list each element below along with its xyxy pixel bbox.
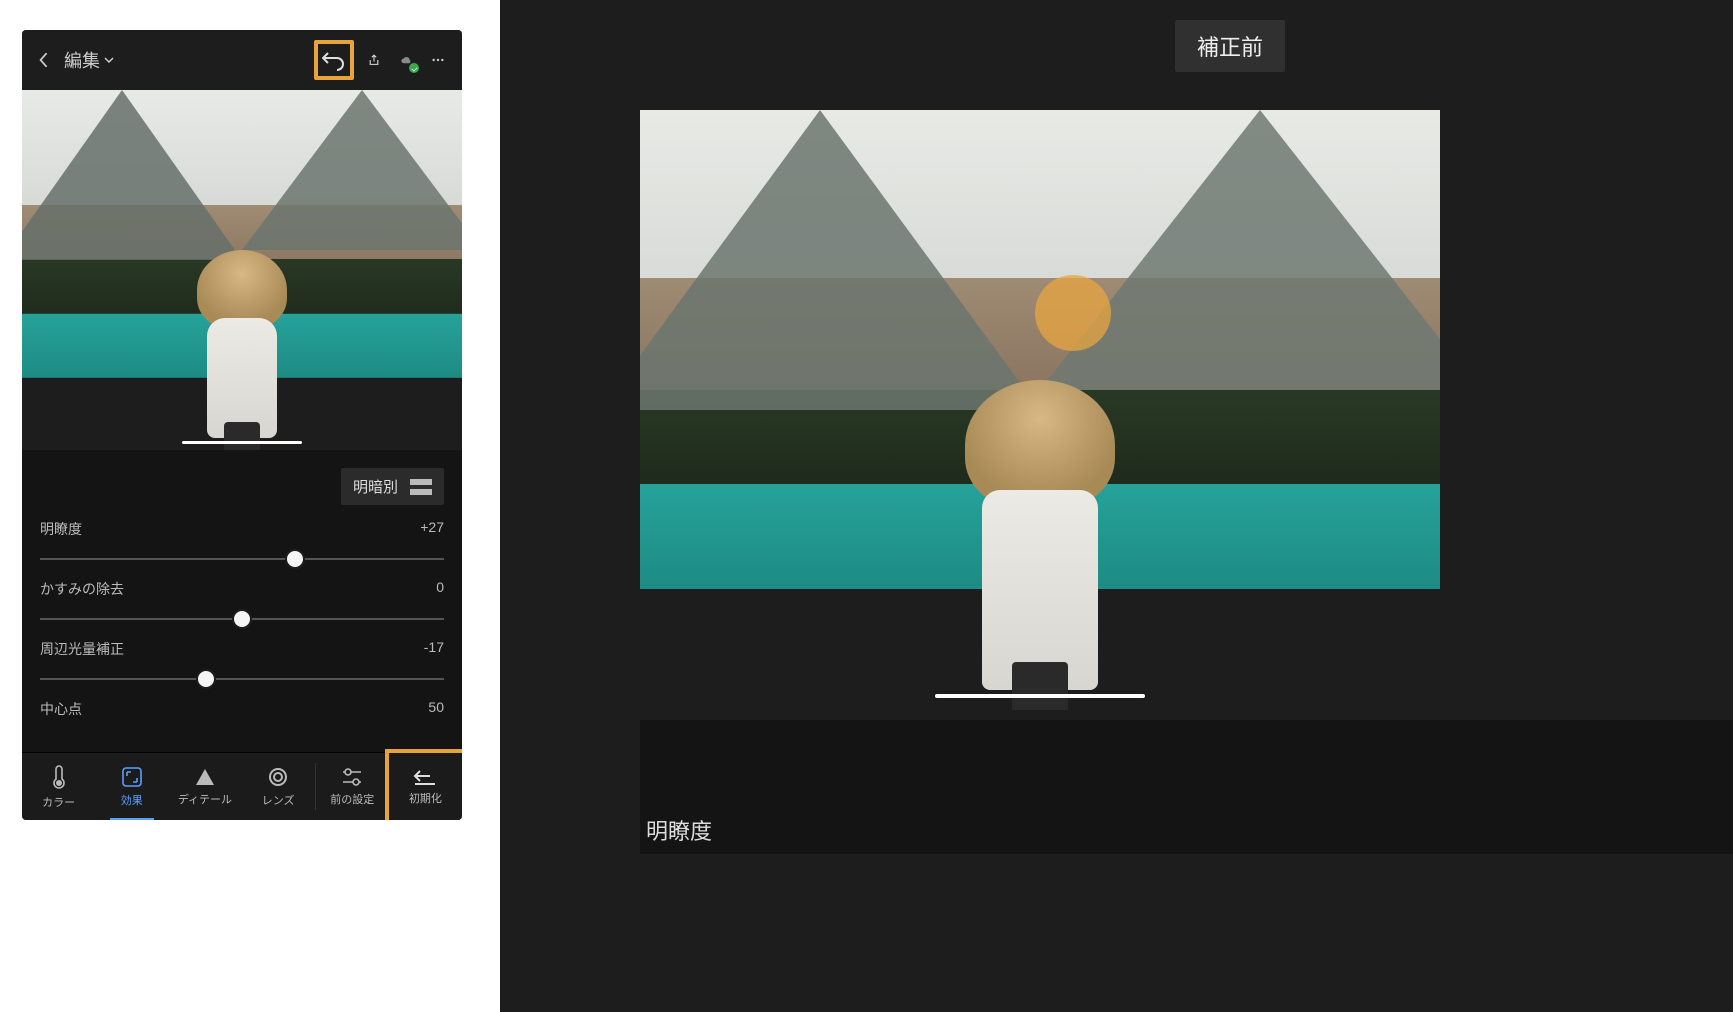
nav-label: カラー (42, 794, 75, 810)
nav-previous-settings[interactable]: 前の設定 (316, 753, 389, 820)
slider-midpoint: 中心点 50 (40, 699, 444, 719)
filmstrip-indicator (182, 441, 302, 444)
nav-label: ディテール (178, 791, 232, 807)
slider-label: 明瞭度 (40, 519, 82, 539)
slider-value: 0 (436, 579, 444, 599)
slider-vignette-track[interactable] (40, 667, 444, 691)
slider-value: +27 (420, 519, 444, 539)
triangle-icon (194, 767, 216, 787)
lens-icon (267, 766, 289, 788)
slider-label: 明瞭度 (646, 814, 712, 846)
split-tone-label: 明暗別 (353, 476, 398, 497)
slider-label: かすみの除去 (40, 579, 124, 599)
slider-value: 50 (428, 699, 444, 719)
slider-vignette: 周辺光量補正 -17 (40, 639, 444, 691)
nav-label: レンズ (262, 792, 295, 808)
nav-label: 効果 (121, 792, 143, 808)
nav-reset-highlighted[interactable]: 初期化 (385, 749, 462, 820)
cloud-sync-button[interactable] (394, 48, 418, 72)
header-title-dropdown[interactable]: 編集 (64, 47, 114, 73)
ellipsis-icon (432, 57, 444, 63)
nav-label: 前の設定 (330, 791, 374, 807)
before-image[interactable] (640, 110, 1440, 710)
chevron-down-icon (104, 57, 114, 63)
right-slider-clarity: 明瞭度 +27 (640, 814, 1733, 846)
effects-controls: 明暗別 明瞭度 +27 かすみの除去 0 周辺光量補正 (22, 450, 462, 752)
touch-point-marker-icon (1035, 275, 1111, 351)
undo-button[interactable] (322, 48, 346, 72)
mobile-editor-panel: 編集 明暗別 (22, 30, 462, 820)
sliders-icon (340, 767, 364, 787)
more-button[interactable] (426, 48, 450, 72)
editor-header: 編集 (22, 30, 462, 90)
slider-dehaze: かすみの除去 0 (40, 579, 444, 631)
nav-color[interactable]: カラー (22, 753, 95, 820)
share-button[interactable] (362, 48, 386, 72)
slider-label: 中心点 (40, 699, 82, 719)
nav-effects[interactable]: 効果 (95, 753, 168, 820)
back-button[interactable] (32, 48, 56, 72)
nav-label: 初期化 (409, 790, 442, 806)
bottom-nav: カラー 効果 ディテール レンズ 前の設定 初期化 (22, 752, 462, 820)
thermometer-icon (50, 764, 68, 790)
undo-highlighted (314, 40, 354, 80)
slider-dehaze-track[interactable] (40, 607, 444, 631)
slider-value: -17 (424, 639, 444, 659)
nav-lens[interactable]: レンズ (242, 753, 315, 820)
slider-clarity-track[interactable] (40, 547, 444, 571)
before-badge: 補正前 (1175, 20, 1285, 72)
before-preview-panel: 補正前 明暗別 明瞭度 +27 (500, 0, 1733, 1012)
expand-icon (121, 766, 143, 788)
sync-ok-badge-icon (408, 62, 420, 74)
preview-image[interactable] (22, 90, 462, 450)
split-tone-icon (410, 479, 432, 495)
reset-icon (412, 768, 438, 786)
header-title: 編集 (64, 47, 100, 73)
before-controls: 明暗別 明瞭度 +27 (640, 720, 1733, 854)
nav-detail[interactable]: ディテール (168, 753, 241, 820)
slider-clarity: 明瞭度 +27 (40, 519, 444, 571)
filmstrip-indicator (935, 694, 1145, 698)
split-tone-button[interactable]: 明暗別 (341, 468, 444, 505)
slider-label: 周辺光量補正 (40, 639, 124, 659)
